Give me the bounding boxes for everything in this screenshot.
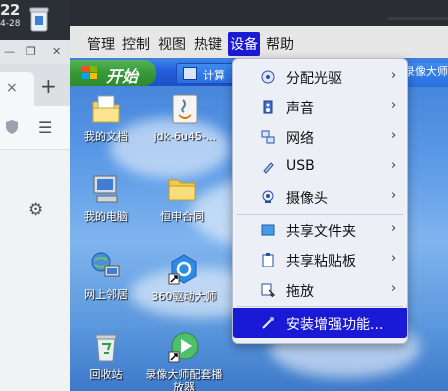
menu-item-optical-drive[interactable]: 分配光驱 › [233,62,407,92]
host-clock-time: 22 [0,1,20,19]
menu-item-shared-folders[interactable]: 共享文件夹 › [233,215,407,245]
taskbar-item-recorder[interactable]: 录像大师 [404,63,448,87]
folder-icon [165,172,199,206]
java-installer-icon [168,92,202,126]
host-desktop-strip: 22 4-28 [0,0,70,40]
host-tab-bar: × + [0,64,70,106]
desktop-icon-recycle-bin[interactable]: 回收站 [74,330,138,381]
desktop-icon-network-places[interactable]: 网上邻居 [74,250,138,301]
guest-additions-icon [262,317,274,329]
host-window-controls: — ❐ ✕ [0,40,70,64]
host-clock-date: 4-28 [0,19,21,29]
restore-icon[interactable]: ❐ [26,45,36,58]
windows-flag-icon [82,66,97,79]
chevron-right-icon: › [391,251,397,266]
menu-item-drag-drop[interactable]: 拖放 › [233,275,407,305]
host-recycle-bin-icon[interactable] [28,6,50,32]
start-button[interactable]: 开始 [70,60,156,86]
start-label: 开始 [106,67,139,86]
menu-item-label: USB [286,158,315,174]
usb-icon [263,162,274,174]
chevron-right-icon: › [391,68,397,83]
close-tab-icon[interactable]: × [6,80,18,96]
gear-icon[interactable]: ⚙ [28,200,43,220]
menu-item-usb[interactable]: USB › [233,152,407,182]
shared-folder-icon [261,224,275,236]
chevron-right-icon: › [391,221,397,236]
menu-item-label: 共享文件夹 [286,224,356,240]
menu-item-install-guest-additions[interactable]: 安装增强功能... [233,308,407,338]
host-browser-window: — ❐ ✕ × + ☰ ⚙ [0,40,70,391]
menu-item-label: 拖放 [286,284,314,300]
desktop-icon-my-computer[interactable]: 我的电脑 [74,172,138,223]
menu-item-network[interactable]: 网络 › [233,122,407,152]
vm-title-strip [70,0,448,26]
my-computer-icon [89,172,123,206]
menu-item-label: 共享粘贴板 [286,254,356,270]
menu-control[interactable]: 控制 [122,34,150,54]
menu-item-label: 摄像头 [286,191,328,207]
devices-dropdown-menu: 分配光驱 › 声音 › 网络 › USB › 摄像头 › 共享文件夹 › 共享粘… [232,58,408,344]
chevron-right-icon: › [391,158,397,173]
drag-drop-icon [261,283,275,297]
vm-title-accent [388,17,448,20]
desktop-icon-label: jdk-6u45-... [153,130,217,143]
chevron-right-icon: › [391,128,397,143]
menu-item-audio[interactable]: 声音 › [233,92,407,122]
chevron-right-icon: › [391,98,397,113]
audio-icon [263,100,273,114]
driver-master-icon [167,252,201,286]
menu-hotkeys[interactable]: 热键 [194,34,222,54]
menu-manage[interactable]: 管理 [87,34,115,54]
desktop-icon-folder[interactable]: 恒申合同 [150,172,214,223]
taskbar-item-label: 录像大师 [404,65,448,78]
network-icon [261,130,275,144]
taskbar-item-computer[interactable]: 计算 [176,63,236,84]
menu-separator [237,306,403,307]
menu-item-webcam[interactable]: 摄像头 › [233,182,407,212]
network-places-icon [89,250,123,284]
my-documents-icon [89,92,123,126]
menu-devices[interactable]: 设备 [228,32,260,56]
desktop-icon-label: 360驱动大师 [151,290,217,303]
desktop-icon-label: 恒申合同 [160,210,204,223]
computer-window-icon [183,67,197,80]
clipboard-icon [262,253,274,267]
desktop-icon-video-player[interactable]: 录像大师配套播放器 [144,330,224,391]
video-player-icon [167,330,201,364]
hamburger-menu-icon[interactable]: ☰ [38,118,52,137]
taskbar-item-label: 计算 [203,69,225,82]
menu-help[interactable]: 帮助 [266,34,294,54]
host-toolbar: ☰ [0,106,70,150]
desktop-icon-label: 录像大师配套播放器 [145,368,223,391]
host-clock: 22 4-28 [0,1,21,30]
recycle-bin-icon [89,330,123,364]
desktop-icon-label: 回收站 [89,368,123,381]
close-window-icon[interactable]: ✕ [52,45,61,58]
desktop-icon-my-documents[interactable]: 我的文档 [74,92,138,143]
desktop-icon-driver-master[interactable]: 360驱动大师 [144,252,224,303]
desktop-icon-label: 网上邻居 [84,288,128,301]
webcam-icon [262,190,274,203]
menu-item-shared-clipboard[interactable]: 共享粘贴板 › [233,245,407,275]
desktop-icon-label: 我的电脑 [84,210,128,223]
shield-icon[interactable] [6,120,18,134]
minimize-icon[interactable]: — [4,45,15,58]
chevron-right-icon: › [391,188,397,203]
menu-item-label: 分配光驱 [286,71,342,87]
menu-view[interactable]: 视图 [158,34,186,54]
menu-item-label: 声音 [286,101,314,117]
desktop-icon-jdk[interactable]: jdk-6u45-... [146,92,224,143]
new-tab-icon[interactable]: + [40,74,57,98]
menu-item-label: 安装增强功能... [286,317,384,333]
vm-menu-bar: 管理 控制 视图 热键 设备 帮助 [70,26,448,58]
menu-item-label: 网络 [286,131,314,147]
optical-drive-icon [261,70,275,84]
desktop-icon-label: 我的文档 [84,130,128,143]
chevron-right-icon: › [391,281,397,296]
